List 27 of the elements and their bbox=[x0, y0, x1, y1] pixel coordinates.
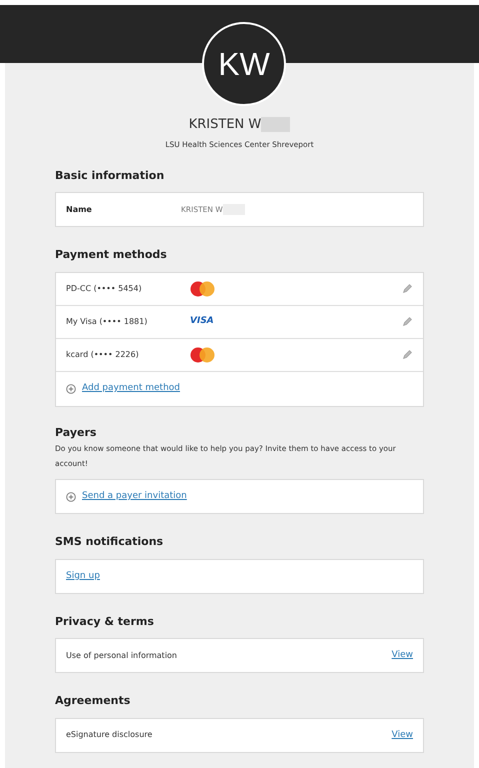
payment-method-label: PD-CC (•••• 5454) bbox=[66, 282, 143, 295]
document-title: Use of personal information bbox=[66, 650, 178, 662]
view-link[interactable]: View bbox=[392, 649, 413, 662]
section-heading: SMS notifications bbox=[55, 534, 164, 550]
field-label: Name bbox=[66, 204, 93, 216]
payment-method-label: kcard (•••• 2226) bbox=[66, 348, 140, 361]
pencil-icon[interactable] bbox=[402, 349, 413, 360]
section-heading: Payers bbox=[55, 424, 98, 441]
card-logo-icon bbox=[190, 346, 215, 363]
avatar: KW bbox=[202, 22, 286, 106]
pencil-icon[interactable] bbox=[402, 316, 413, 328]
sign-up-link[interactable]: Sign up bbox=[66, 570, 100, 583]
send-invitation-link[interactable]: Send a payer invitation bbox=[82, 490, 187, 504]
pencil-icon[interactable] bbox=[402, 283, 413, 294]
section-heading: Payment methods bbox=[55, 247, 168, 264]
add-payment-link[interactable]: Add payment method bbox=[82, 382, 180, 396]
add-icon bbox=[66, 492, 76, 502]
section-heading: Privacy & terms bbox=[55, 614, 155, 630]
view-link[interactable]: View bbox=[392, 728, 413, 742]
document-title: eSignature disclosure bbox=[66, 729, 154, 742]
card-logo-icon bbox=[190, 280, 215, 297]
section-heading: Basic information bbox=[55, 168, 166, 184]
card-brand: VISA bbox=[190, 315, 214, 328]
section-heading: Agreements bbox=[55, 693, 132, 710]
payment-method-label: My Visa (•••• 1881) bbox=[66, 316, 148, 328]
profile-name: KRISTEN W bbox=[188, 116, 262, 134]
add-icon bbox=[66, 384, 76, 394]
